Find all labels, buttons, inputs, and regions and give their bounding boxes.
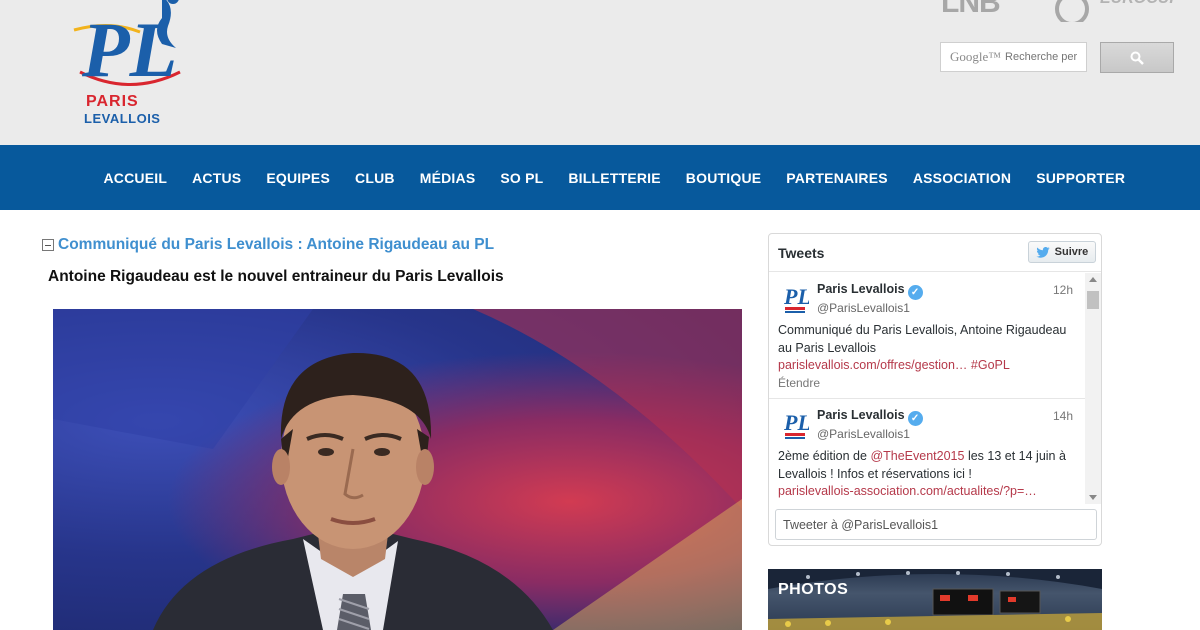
main-navigation: ACCUEIL ACTUS EQUIPES CLUB MÉDIAS SO PL BILLET… [0, 145, 1200, 210]
avatar[interactable]: PL [783, 282, 809, 316]
nav-item-boutique[interactable]: BOUTIQUE [673, 170, 774, 186]
verified-icon: ✓ [907, 285, 923, 300]
tweet-handle[interactable]: @ParisLevallois1 [817, 301, 910, 315]
follow-label: Suivre [1054, 246, 1089, 258]
nav-item-actus[interactable]: ACTUS [180, 170, 254, 186]
nav-item-so-pl[interactable]: SO PL [488, 170, 556, 186]
scroll-up-icon[interactable] [1089, 277, 1097, 282]
tweet-link[interactable]: parislevallois-association.com/actualite… [778, 484, 1037, 498]
nav-item-equipes[interactable]: EQUIPES [254, 170, 343, 186]
tweet-item[interactable]: PL Paris Levallois ✓ @ParisLevallois1 14h… [769, 399, 1085, 504]
tweet-hashtag[interactable]: #GoPL [971, 358, 1010, 372]
collapse-icon[interactable] [42, 239, 54, 251]
photos-banner[interactable]: PHOTOS [768, 569, 1102, 630]
partner-logos: LNB EUROCUP [935, 0, 1200, 22]
lnb-logo[interactable]: LNB [941, 0, 1001, 20]
verified-icon: ✓ [907, 411, 923, 426]
search-input[interactable] [1005, 51, 1088, 63]
tweet-text: 2ème édition de @TheEvent2015 les 13 et … [778, 449, 1066, 498]
tweet-text: Communiqué du Paris Levallois, Antoine R… [778, 323, 1067, 372]
scrollbar-thumb[interactable] [1087, 291, 1099, 309]
nav-item-billetterie[interactable]: BILLETTERIE [556, 170, 673, 186]
article-photo [53, 309, 742, 630]
photos-label: PHOTOS [778, 581, 849, 598]
nav-item-partenaires[interactable]: PARTENAIRES [774, 170, 901, 186]
svg-text:PL: PL [783, 410, 809, 435]
article-heading: Communiqué du Paris Levallois : Antoine … [42, 236, 494, 254]
site-header: PL PARIS LEVALLOIS LNB EUROCUP Google™ [0, 0, 1200, 145]
tweet-item[interactable]: PL Paris Levallois ✓ @ParisLevallois1 12h… [769, 273, 1085, 399]
svg-text:PL: PL [783, 284, 809, 309]
tweet-compose-input[interactable]: Tweeter à @ParisLevallois1 [775, 509, 1097, 540]
tweets-heading: Tweets [778, 245, 825, 261]
nav-item-accueil[interactable]: ACCUEIL [91, 170, 180, 186]
tweet-list[interactable]: PL Paris Levallois ✓ @ParisLevallois1 12h… [769, 273, 1085, 504]
nav-item-supporter[interactable]: SUPPORTER [1024, 170, 1138, 186]
tweet-mention[interactable]: @TheEvent2015 [870, 449, 964, 463]
article-subtitle: Antoine Rigaudeau est le nouvel entraine… [48, 268, 504, 285]
tweet-time[interactable]: 14h [1053, 409, 1073, 423]
eurocup-trophy-icon [1055, 0, 1089, 22]
nav-item-association[interactable]: ASSOCIATION [900, 170, 1023, 186]
twitter-widget-header: Tweets Suivre [769, 234, 1101, 272]
tweet-author[interactable]: Paris Levallois ✓ [817, 282, 923, 300]
tweet-handle[interactable]: @ParisLevallois1 [817, 427, 910, 441]
tweet-time[interactable]: 12h [1053, 283, 1073, 297]
tweet-author[interactable]: Paris Levallois ✓ [817, 408, 923, 426]
article-title[interactable]: Communiqué du Paris Levallois : Antoine … [58, 236, 494, 254]
google-brand-label: Google™ [950, 49, 1002, 64]
paris-levallois-logo[interactable]: PL PARIS LEVALLOIS [70, 0, 200, 132]
scroll-down-icon[interactable] [1089, 495, 1097, 500]
follow-button[interactable]: Suivre [1028, 241, 1096, 263]
nav-item-m-dias[interactable]: MÉDIAS [407, 170, 488, 186]
svg-text:LEVALLOIS: LEVALLOIS [84, 111, 160, 126]
expand-link[interactable]: Étendre [778, 376, 820, 390]
search-button[interactable] [1100, 42, 1174, 73]
twitter-bird-icon [1036, 246, 1050, 258]
avatar[interactable]: PL [783, 408, 809, 442]
search-icon [1130, 51, 1144, 65]
nav-item-club[interactable]: CLUB [343, 170, 408, 186]
search-field[interactable]: Google™ [940, 42, 1088, 72]
tweet-link[interactable]: parislevallois.com/offres/gestion… [778, 358, 967, 372]
svg-text:PARIS: PARIS [86, 93, 139, 110]
eurocup-logo[interactable]: EUROCUP [1100, 0, 1180, 8]
twitter-widget: Tweets Suivre PL Paris Levallois ✓ @Paris… [768, 233, 1102, 546]
tweet-list-scrollbar[interactable] [1085, 273, 1101, 504]
